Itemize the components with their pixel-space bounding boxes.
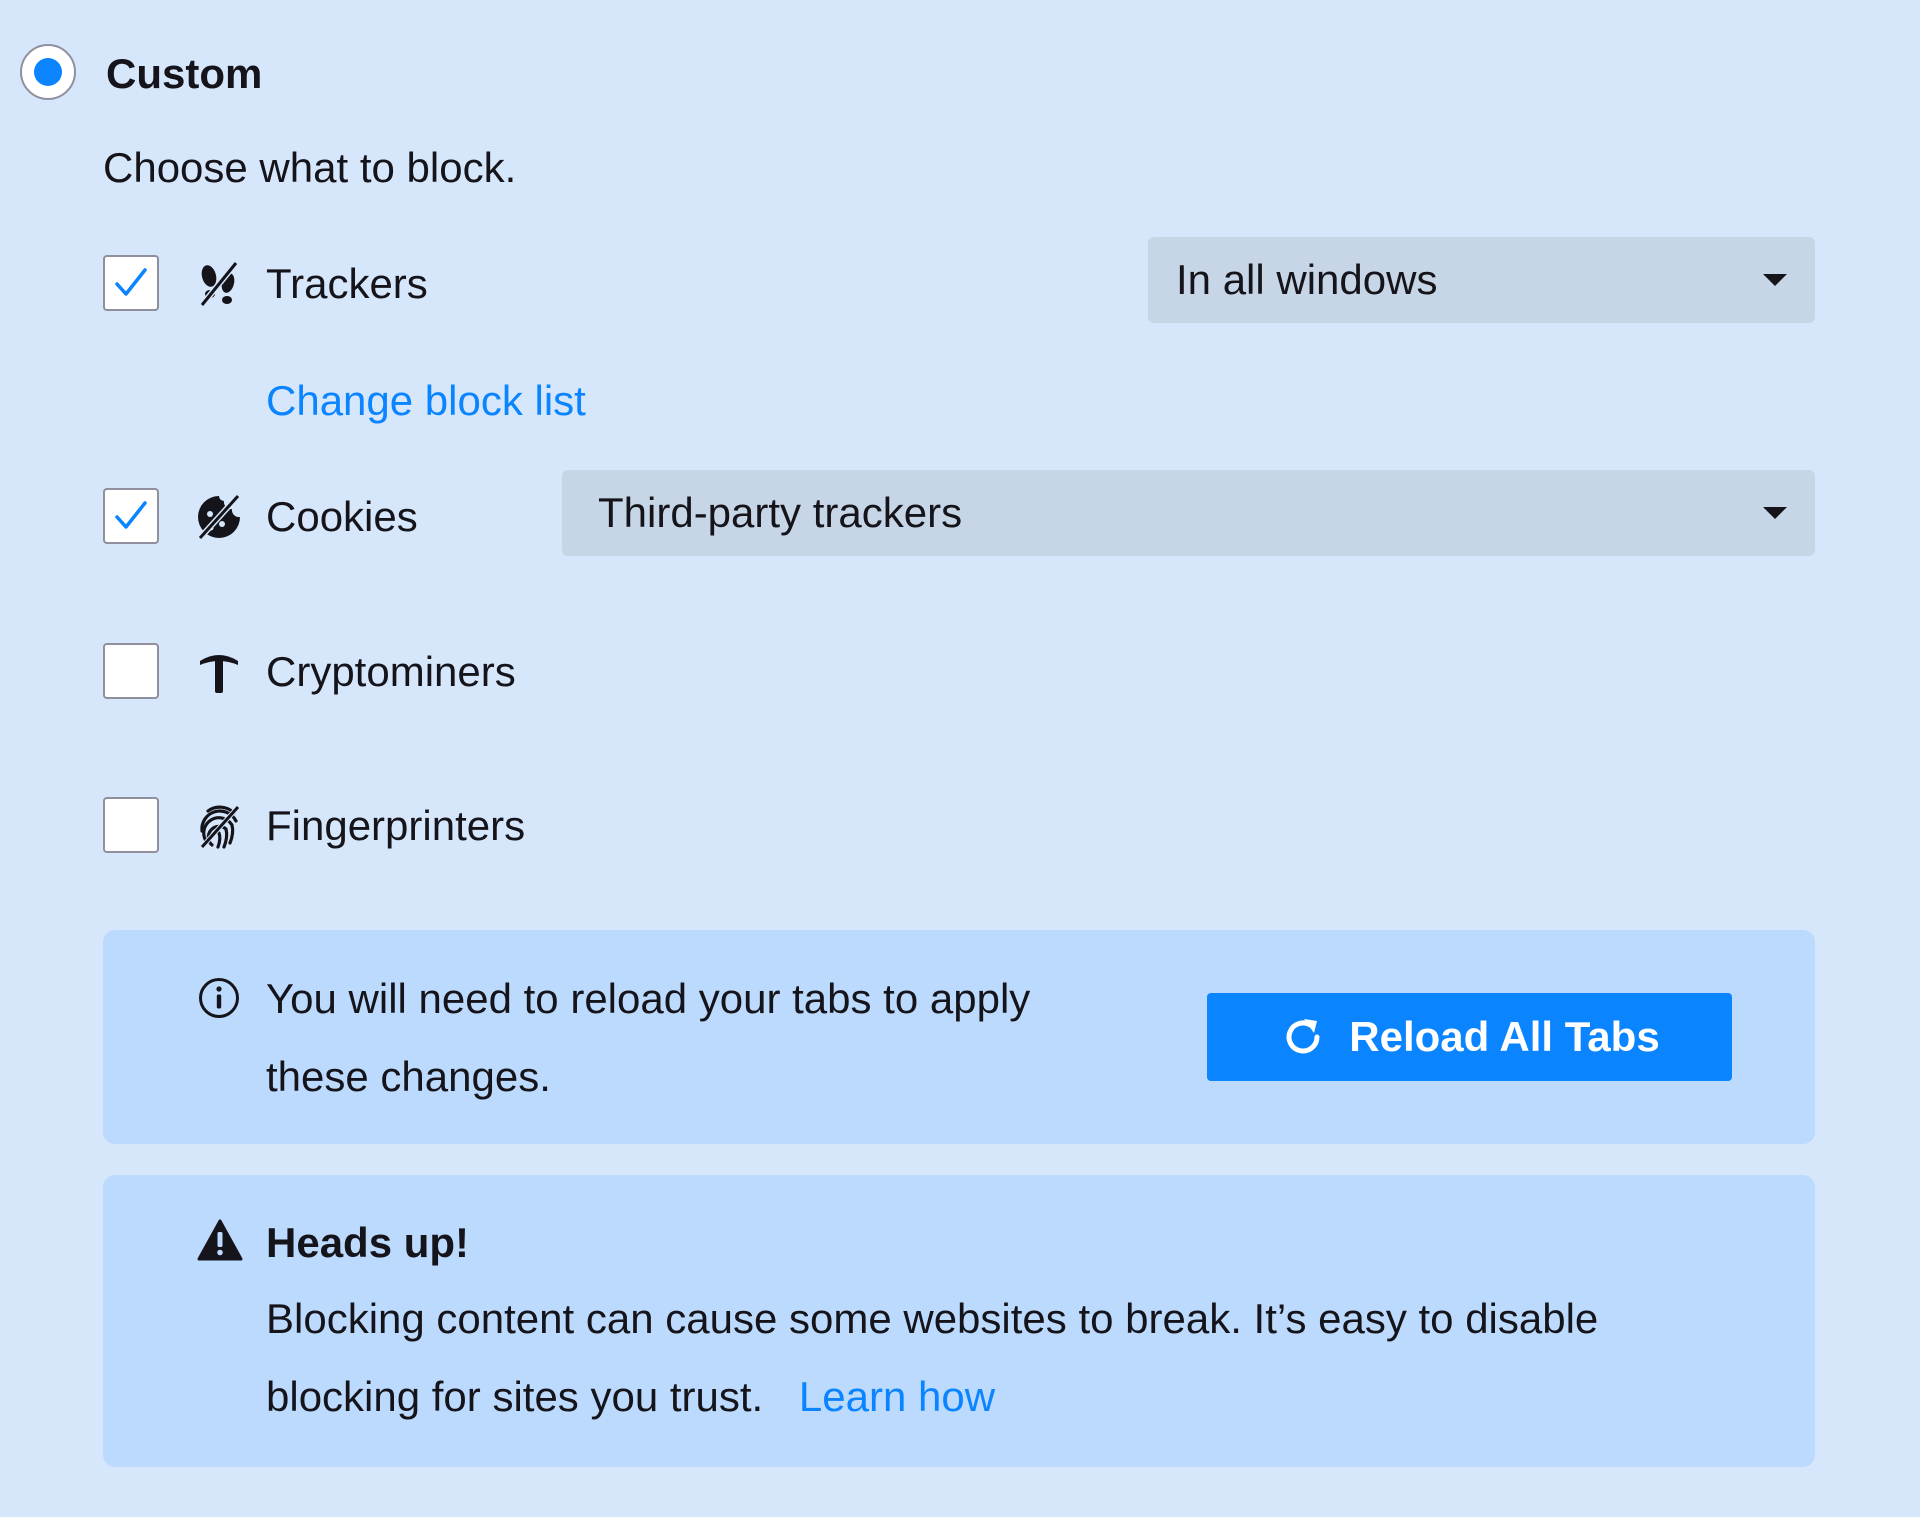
learn-how-link[interactable]: Learn how [799,1373,995,1420]
trackers-scope-dropdown[interactable]: In all windows [1148,237,1815,323]
warning-line-2-text: blocking for sites you trust. [266,1373,764,1420]
checkmark-icon [115,501,147,529]
chevron-down-icon [1763,274,1787,286]
cryptominer-icon [200,655,238,693]
tracker-icon [199,261,239,307]
reload-notice-line-2: these changes. [266,1053,551,1100]
trackers-checkbox[interactable] [103,255,159,311]
reload-notice-text: You will need to reload your tabs to app… [266,960,1030,1116]
warning-line-1: Blocking content can cause some websites… [266,1295,1599,1342]
trackers-scope-value: In all windows [1176,256,1438,303]
fingerprint-icon [200,805,240,849]
custom-option-description: Choose what to block. [103,144,517,191]
chevron-down-icon [1763,507,1787,519]
custom-radio[interactable] [20,44,76,100]
cryptominers-checkbox[interactable] [103,643,159,699]
fingerprinters-checkbox[interactable] [103,797,159,853]
cookies-label: Cookies [266,493,418,540]
radio-selected-dot [34,58,62,86]
reload-notice: You will need to reload your tabs to app… [103,930,1815,1144]
reload-notice-line-1: You will need to reload your tabs to app… [266,975,1031,1022]
info-icon [199,978,239,1018]
checkmark-icon [115,268,147,296]
trackers-label: Trackers [266,260,428,307]
reload-icon [1286,1019,1320,1054]
cookies-checkbox[interactable] [103,488,159,544]
custom-option-label[interactable]: Custom [106,48,262,100]
warning-notice: Heads up! Blocking content can cause som… [103,1175,1815,1467]
reload-all-tabs-label: Reload All Tabs [1349,1013,1660,1060]
warning-line-2: blocking for sites you trust. Learn how [266,1358,1598,1436]
reload-all-tabs-button[interactable]: Reload All Tabs [1207,993,1732,1081]
warning-body: Blocking content can cause some websites… [266,1280,1598,1436]
change-block-list-link[interactable]: Change block list [266,375,586,427]
warning-icon [197,1219,243,1261]
cookies-scope-dropdown[interactable]: Third-party trackers [562,470,1815,556]
fingerprinters-label: Fingerprinters [266,802,526,849]
cookies-scope-value: Third-party trackers [598,489,963,536]
cryptominers-label: Cryptominers [266,648,516,695]
cookie-icon [197,493,241,541]
warning-title: Heads up! [266,1219,470,1266]
